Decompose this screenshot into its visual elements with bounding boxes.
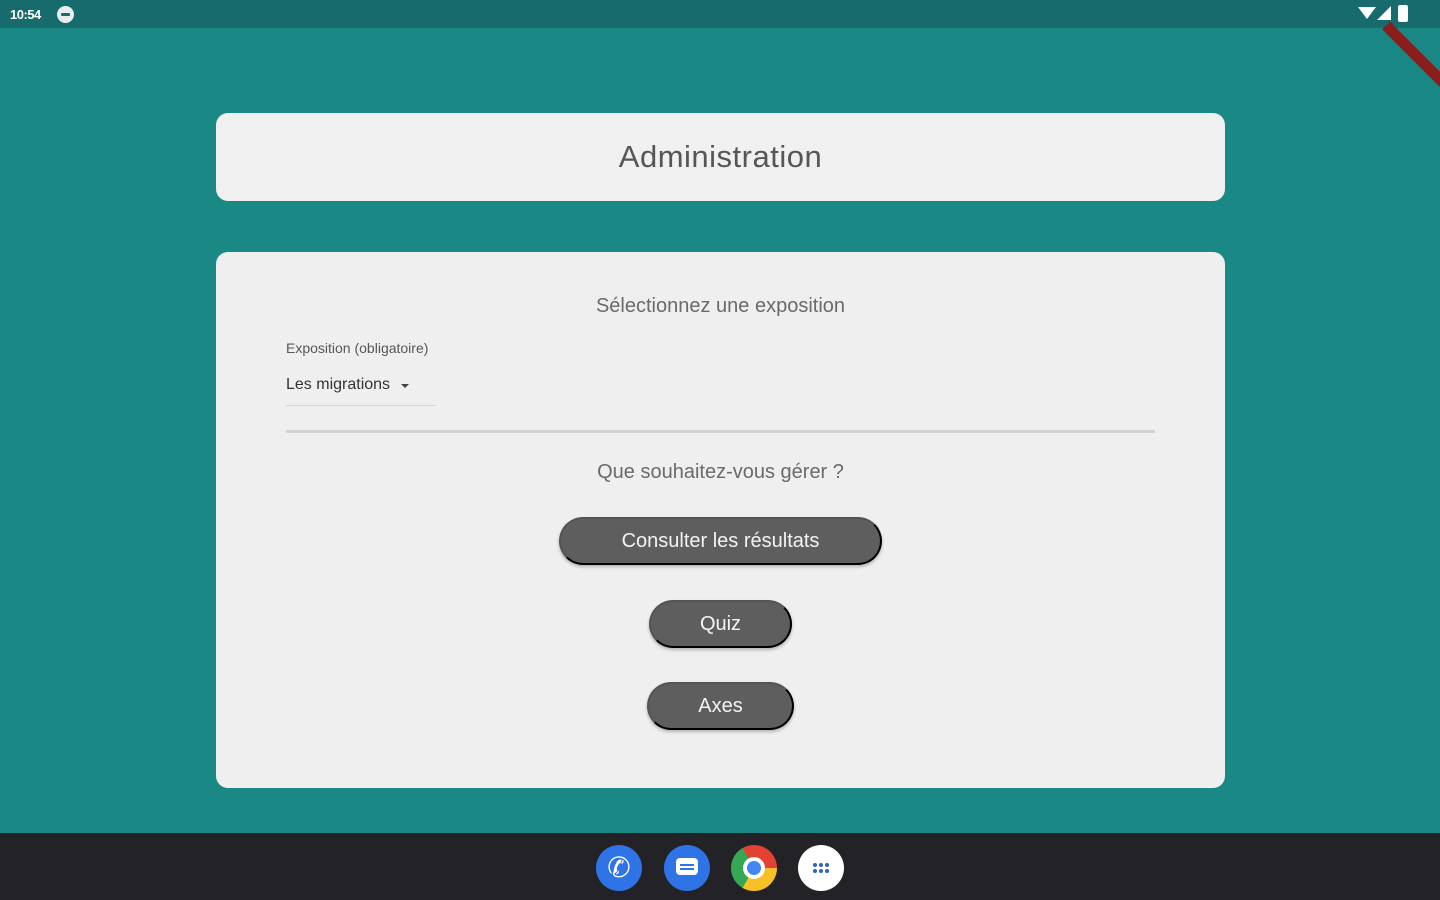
chrome-icon[interactable] [731,845,777,891]
admin-panel: Sélectionnez une exposition Exposition (… [216,252,1225,788]
manage-heading: Que souhaitez-vous gérer ? [597,461,844,483]
page-title: Administration [618,139,823,174]
debug-banner [1382,21,1440,94]
notification-icon [57,6,74,23]
chevron-down-icon [401,384,410,388]
status-time: 10:54 [10,7,41,22]
wifi-icon [1358,7,1376,19]
view-results-button[interactable]: Consulter les résultats [559,517,882,565]
app-drawer-icon[interactable] [798,845,844,891]
quiz-button[interactable]: Quiz [649,600,792,648]
exposition-dropdown[interactable]: Les migrations [286,372,436,406]
messages-icon[interactable] [664,845,710,891]
taskbar [0,833,1440,900]
phone-icon[interactable] [596,845,642,891]
exposition-dropdown-value: Les migrations [286,376,391,393]
status-bar: 10:54 [0,0,1440,28]
exposition-field-label: Exposition (obligatoire) [286,340,429,356]
select-exposition-heading: Sélectionnez une exposition [595,295,846,317]
axes-button[interactable]: Axes [647,682,794,730]
battery-icon [1398,5,1408,22]
divider [286,430,1155,433]
signal-icon [1377,6,1391,20]
header-card: Administration [216,113,1225,201]
